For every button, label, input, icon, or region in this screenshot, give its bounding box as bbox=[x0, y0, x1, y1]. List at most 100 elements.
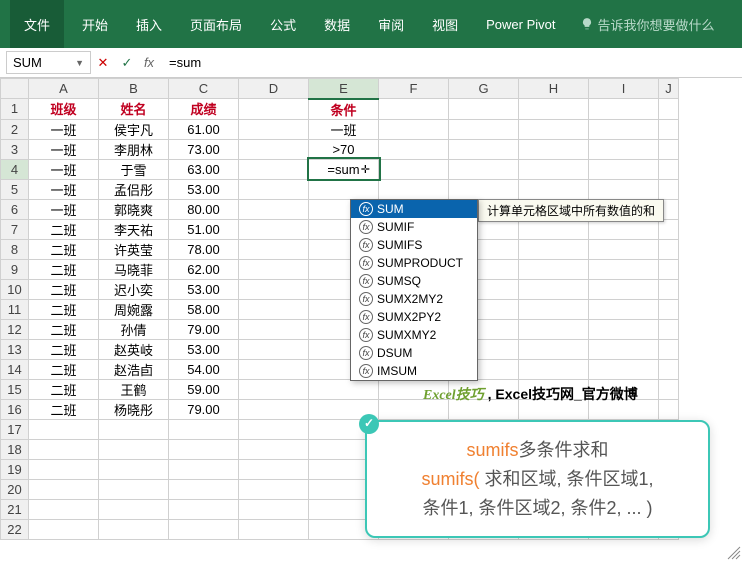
cell[interactable] bbox=[29, 499, 99, 519]
cell[interactable]: 成绩 bbox=[169, 99, 239, 120]
cell[interactable]: 二班 bbox=[29, 359, 99, 379]
autocomplete-item[interactable]: fxIMSUM bbox=[351, 362, 477, 380]
chevron-down-icon[interactable]: ▼ bbox=[75, 58, 84, 68]
cell[interactable] bbox=[239, 459, 309, 479]
cell[interactable] bbox=[99, 419, 169, 439]
cell[interactable] bbox=[379, 159, 449, 179]
cell[interactable]: 二班 bbox=[29, 219, 99, 239]
enter-formula-button[interactable]: ✓ bbox=[115, 51, 139, 74]
cell[interactable] bbox=[589, 99, 659, 120]
cell[interactable] bbox=[519, 359, 589, 379]
resize-handle-icon[interactable] bbox=[726, 545, 742, 561]
cell[interactable]: 王鹤 bbox=[99, 379, 169, 399]
tab-file[interactable]: 文件 bbox=[10, 0, 64, 48]
cell[interactable] bbox=[239, 119, 309, 139]
cell[interactable] bbox=[169, 439, 239, 459]
cell[interactable]: 58.00 bbox=[169, 299, 239, 319]
cell[interactable] bbox=[659, 299, 679, 319]
cell[interactable] bbox=[659, 339, 679, 359]
col-header-C[interactable]: C bbox=[169, 79, 239, 99]
autocomplete-item[interactable]: fxSUMSQ bbox=[351, 272, 477, 290]
cell[interactable] bbox=[659, 399, 679, 419]
cell[interactable] bbox=[99, 439, 169, 459]
col-header-J[interactable]: J bbox=[659, 79, 679, 99]
tab-insert[interactable]: 插入 bbox=[122, 0, 176, 48]
cell[interactable] bbox=[519, 219, 589, 239]
cell[interactable]: 一班 bbox=[29, 199, 99, 219]
cell[interactable] bbox=[659, 119, 679, 139]
cell[interactable] bbox=[659, 379, 679, 399]
cell[interactable] bbox=[309, 379, 379, 399]
cell[interactable] bbox=[659, 219, 679, 239]
row-header[interactable]: 19 bbox=[1, 459, 29, 479]
tab-home[interactable]: 开始 bbox=[68, 0, 122, 48]
cell[interactable]: 一班 bbox=[309, 119, 379, 139]
cell[interactable]: 赵浩卣 bbox=[99, 359, 169, 379]
cell[interactable]: 二班 bbox=[29, 399, 99, 419]
cell[interactable] bbox=[239, 519, 309, 539]
cell[interactable]: 二班 bbox=[29, 259, 99, 279]
cell[interactable] bbox=[239, 159, 309, 179]
cell[interactable]: 条件 bbox=[309, 99, 379, 120]
cell[interactable] bbox=[239, 199, 309, 219]
tab-powerpivot[interactable]: Power Pivot bbox=[472, 0, 569, 48]
cell[interactable] bbox=[589, 319, 659, 339]
cell[interactable] bbox=[519, 259, 589, 279]
cell[interactable] bbox=[519, 319, 589, 339]
autocomplete-item[interactable]: fxSUMX2MY2 bbox=[351, 290, 477, 308]
cell[interactable] bbox=[589, 279, 659, 299]
cell[interactable]: 孙倩 bbox=[99, 319, 169, 339]
cell[interactable] bbox=[29, 459, 99, 479]
autocomplete-item[interactable]: fxDSUM bbox=[351, 344, 477, 362]
cell[interactable] bbox=[449, 179, 519, 199]
cell[interactable] bbox=[659, 179, 679, 199]
autocomplete-item[interactable]: fxSUMPRODUCT bbox=[351, 254, 477, 272]
col-header-G[interactable]: G bbox=[449, 79, 519, 99]
cell[interactable]: 二班 bbox=[29, 239, 99, 259]
cell[interactable] bbox=[169, 419, 239, 439]
cell[interactable]: 班级 bbox=[29, 99, 99, 120]
cell[interactable]: 54.00 bbox=[169, 359, 239, 379]
cell[interactable]: >70 bbox=[309, 139, 379, 159]
cell[interactable] bbox=[169, 459, 239, 479]
cell[interactable]: 郭晓爽 bbox=[99, 199, 169, 219]
col-header-A[interactable]: A bbox=[29, 79, 99, 99]
cell[interactable] bbox=[239, 359, 309, 379]
cell[interactable]: 赵英岐 bbox=[99, 339, 169, 359]
cell[interactable] bbox=[239, 419, 309, 439]
row-header[interactable]: 11 bbox=[1, 299, 29, 319]
cell[interactable] bbox=[239, 299, 309, 319]
formula-autocomplete[interactable]: fxSUMfxSUMIFfxSUMIFSfxSUMPRODUCTfxSUMSQf… bbox=[350, 199, 478, 381]
row-header[interactable]: 4 bbox=[1, 159, 29, 179]
cell[interactable] bbox=[589, 259, 659, 279]
cell[interactable] bbox=[449, 159, 519, 179]
cell[interactable]: 二班 bbox=[29, 319, 99, 339]
cell[interactable] bbox=[659, 139, 679, 159]
cell[interactable]: 63.00 bbox=[169, 159, 239, 179]
cell[interactable] bbox=[239, 379, 309, 399]
cell[interactable] bbox=[169, 519, 239, 539]
cell[interactable] bbox=[659, 279, 679, 299]
active-cell[interactable]: =sum✛ bbox=[309, 159, 379, 179]
cell[interactable] bbox=[519, 159, 589, 179]
cell[interactable] bbox=[659, 99, 679, 120]
cell[interactable] bbox=[29, 439, 99, 459]
cell[interactable] bbox=[239, 339, 309, 359]
cell[interactable] bbox=[589, 299, 659, 319]
cell[interactable] bbox=[589, 159, 659, 179]
name-box[interactable]: SUM ▼ bbox=[6, 51, 91, 74]
tab-view[interactable]: 视图 bbox=[418, 0, 472, 48]
cell[interactable]: 78.00 bbox=[169, 239, 239, 259]
cancel-formula-button[interactable]: ✕ bbox=[91, 51, 115, 74]
cell[interactable]: 73.00 bbox=[169, 139, 239, 159]
tab-formulas[interactable]: 公式 bbox=[256, 0, 310, 48]
row-header[interactable]: 12 bbox=[1, 319, 29, 339]
cell[interactable]: 61.00 bbox=[169, 119, 239, 139]
row-header[interactable]: 7 bbox=[1, 219, 29, 239]
cell[interactable]: 一班 bbox=[29, 159, 99, 179]
cell[interactable] bbox=[379, 139, 449, 159]
cell[interactable] bbox=[99, 479, 169, 499]
row-header[interactable]: 18 bbox=[1, 439, 29, 459]
cell[interactable] bbox=[449, 99, 519, 120]
cell[interactable]: 孟侣彤 bbox=[99, 179, 169, 199]
